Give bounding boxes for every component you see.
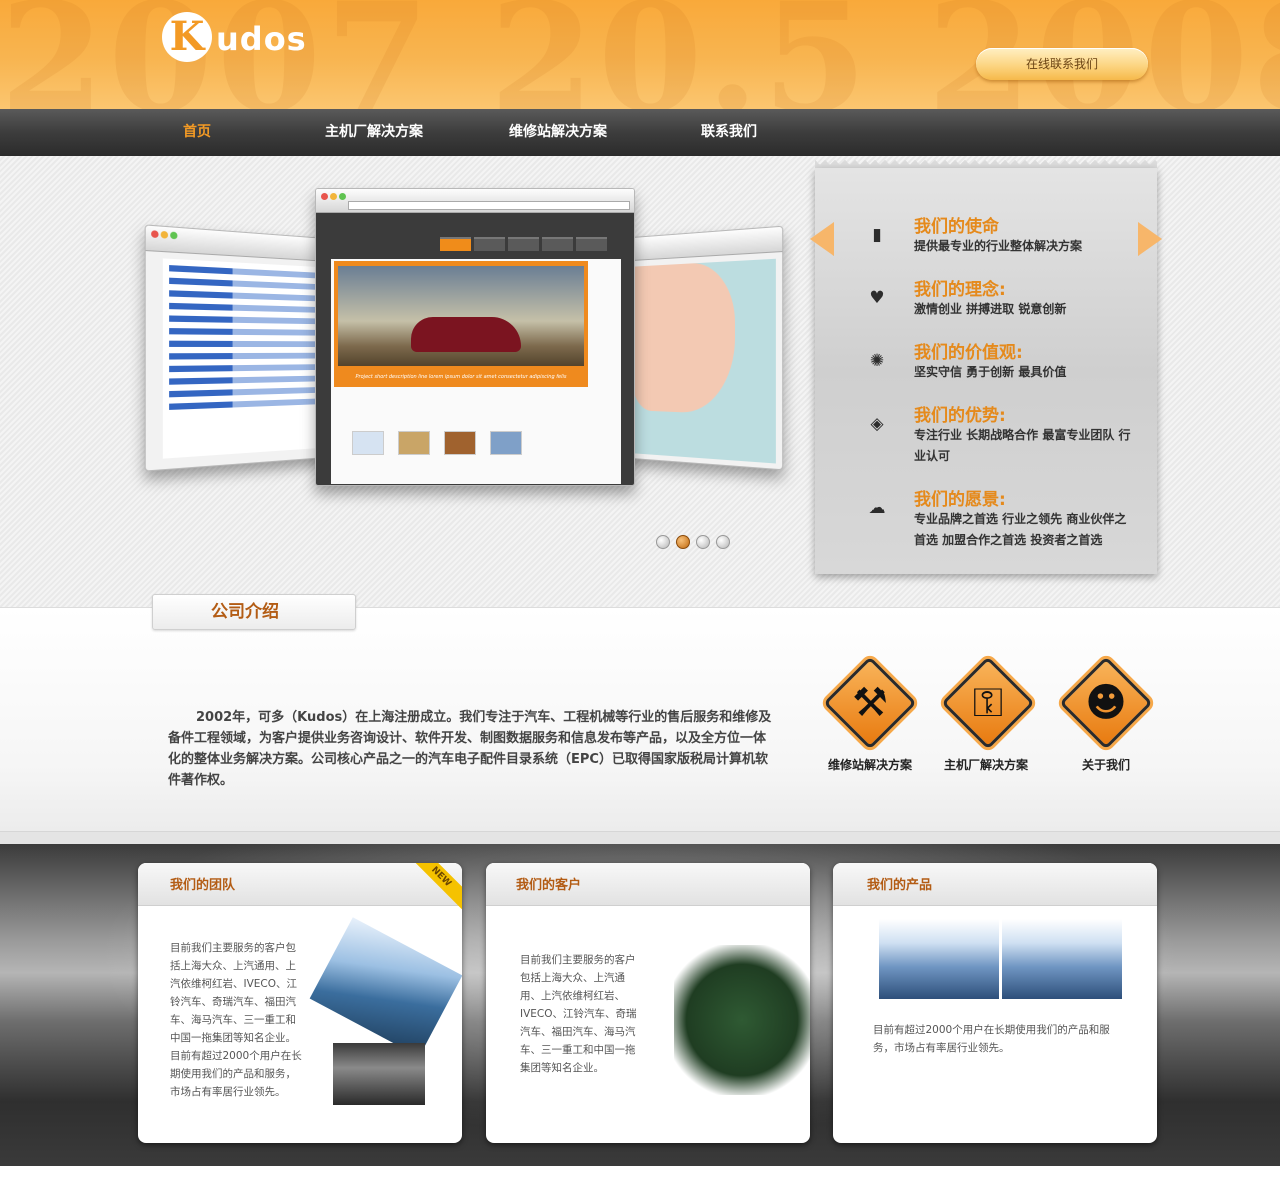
- map-content: [632, 258, 776, 464]
- nav-item-oem-solutions[interactable]: 主机厂解决方案: [325, 109, 423, 156]
- products-card: 我们的产品 目前有超过2000个用户在长期使用我们的产品和服务，市场占有率居行业…: [833, 863, 1157, 1143]
- team-card-text: 目前我们主要服务的客户包括上海大众、上汽通用、上汽依维柯红岩、IVECO、江铃汽…: [170, 942, 302, 1098]
- company-intro-text: 2002年，可多（Kudos）在上海注册成立。我们专注于汽车、工程机械等行业的售…: [168, 710, 772, 788]
- nav-item-contact[interactable]: 联系我们: [701, 109, 757, 156]
- browser-bar: [316, 189, 634, 213]
- car-logos-photo: [674, 945, 810, 1095]
- nav-item-repair-solutions[interactable]: 维修站解决方案: [509, 109, 607, 156]
- main-nav: 首页 主机厂解决方案 维修站解决方案 联系我们: [0, 109, 1280, 156]
- minimize-dot-icon: [330, 193, 337, 200]
- meeting-photo: [333, 1043, 425, 1105]
- minimize-dot-icon: [160, 230, 169, 239]
- mission-desc: 提供最专业的行业整体解决方案: [914, 239, 1083, 253]
- team-card-title[interactable]: 我们的团队: [170, 863, 235, 908]
- slider-dot-2[interactable]: [676, 535, 690, 549]
- logo[interactable]: K udos: [160, 10, 320, 65]
- maximize-dot-icon: [339, 193, 346, 200]
- mission-title: 我们的使命: [914, 217, 999, 237]
- template-menu: [440, 237, 607, 251]
- about-us-link[interactable]: 关于我们: [1041, 756, 1171, 773]
- repair-solution-sign[interactable]: ⚒: [823, 656, 917, 750]
- handshake-photo-1: [879, 919, 999, 999]
- building-photo: [309, 917, 462, 1057]
- values-title: 我们的价值观:: [914, 343, 1023, 363]
- card-header: 我们的客户: [486, 863, 810, 906]
- section-divider: [0, 832, 1280, 844]
- screenshot-left-browser: [144, 224, 336, 472]
- close-dot-icon: [321, 193, 328, 200]
- advantage-desc: 专注行业 长期战略合作 最富专业团队 行业认可: [914, 428, 1131, 463]
- url-bar: [348, 201, 630, 210]
- sun-icon: ✺: [869, 351, 885, 371]
- philosophy-title: 我们的理念:: [914, 280, 1006, 300]
- screenshot-right-browser: [623, 225, 784, 471]
- company-intro-tab[interactable]: 公司介绍: [152, 594, 356, 630]
- company-intro-title: 公司介绍: [211, 602, 279, 622]
- clients-card-title[interactable]: 我们的客户: [516, 863, 581, 908]
- nav-item-home[interactable]: 首页: [183, 109, 211, 156]
- map-land: [632, 261, 736, 415]
- maximize-dot-icon: [170, 231, 178, 240]
- logo-text: udos: [216, 20, 307, 58]
- car-shape: [411, 317, 521, 352]
- slider-dot-3[interactable]: [696, 535, 710, 549]
- slider-pagination: [656, 535, 730, 549]
- products-card-text: 目前有超过2000个用户在长期使用我们的产品和服务，市场占有率居行业领先。: [873, 1024, 1110, 1054]
- values-desc: 坚实守信 勇于创新 最具价值: [914, 365, 1067, 379]
- philosophy-desc: 激情创业 拼搏进取 锐意创新: [914, 302, 1067, 316]
- slider-dot-1[interactable]: [656, 535, 670, 549]
- slide-caption: Project short description line lorem ips…: [355, 374, 567, 380]
- about-us-sign[interactable]: ☻: [1059, 656, 1153, 750]
- clients-card: 我们的客户 目前我们主要服务的客户包括上海大众、上汽通用、上汽依维柯红岩、IVE…: [486, 863, 810, 1143]
- left-browser-content: [162, 258, 325, 459]
- tag-icon: ◈: [870, 414, 884, 434]
- repair-solution-link[interactable]: 维修站解决方案: [805, 756, 935, 773]
- heart-icon: ♥: [869, 288, 885, 308]
- bookmark-icon: ▮: [872, 225, 882, 245]
- close-dot-icon: [151, 230, 159, 239]
- clients-card-text: 目前我们主要服务的客户包括上海大众、上汽通用、上汽依维柯红岩、IVECO、江铃汽…: [520, 954, 637, 1074]
- screenshot-center-browser: Project short description line lorem ips…: [315, 188, 635, 486]
- tools-icon: ⚒: [852, 680, 888, 726]
- advantage-title: 我们的优势:: [914, 406, 1006, 426]
- header: 2007 20.5 2008 2009 2010 K udos 在线联系我们: [0, 0, 1280, 109]
- slider-dot-4[interactable]: [716, 535, 730, 549]
- products-card-title[interactable]: 我们的产品: [867, 863, 932, 908]
- contact-online-button[interactable]: 在线联系我们: [976, 48, 1148, 80]
- logo-mark: K: [162, 12, 212, 62]
- person-icon: ☻: [1085, 680, 1127, 726]
- oem-solution-link[interactable]: 主机厂解决方案: [921, 756, 1051, 773]
- chat-icon: ☁: [868, 498, 886, 518]
- card-header: 我们的产品: [833, 863, 1157, 906]
- key-icon: ⚿: [972, 680, 1004, 726]
- oem-solution-sign[interactable]: ⚿: [941, 656, 1035, 750]
- template-thumbnails: [352, 431, 522, 455]
- card-header: 我们的团队: [138, 863, 462, 906]
- team-card: 我们的团队 NEW 目前我们主要服务的客户包括上海大众、上汽通用、上汽依维柯红岩…: [138, 863, 462, 1143]
- vision-title: 我们的愿景:: [914, 490, 1006, 510]
- handshake-photo-2: [1002, 919, 1122, 999]
- vision-desc: 专业品牌之首选 行业之领先 商业伙伴之首选 加盟合作之首选 投资者之首选: [914, 512, 1127, 547]
